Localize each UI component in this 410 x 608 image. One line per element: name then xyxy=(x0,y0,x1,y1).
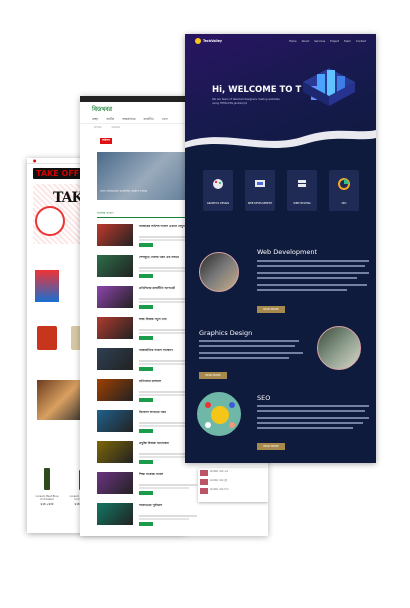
menu-services[interactable]: Services xyxy=(314,40,325,43)
nav-item[interactable]: রাজনীতি xyxy=(143,117,153,123)
news-thumbnail[interactable] xyxy=(97,503,133,525)
read-more-button[interactable] xyxy=(139,522,153,526)
chart-icon xyxy=(338,178,350,190)
read-more-button[interactable] xyxy=(139,305,153,309)
news-excerpt xyxy=(139,394,189,396)
seo-image xyxy=(197,392,241,436)
subnav-item[interactable]: বিনোদন xyxy=(112,126,120,131)
service-tile-graphics[interactable]: GRAPHICS DESIGN xyxy=(203,170,233,211)
menu-contact[interactable]: Contact xyxy=(356,40,366,43)
shop-top-logo: ● xyxy=(33,158,37,163)
tile-label: SEO xyxy=(341,202,347,205)
news-excerpt xyxy=(139,425,189,427)
news-excerpt xyxy=(139,456,189,458)
product-bottle-1[interactable] xyxy=(44,468,50,490)
read-more-button[interactable] xyxy=(139,429,153,433)
news-thumbnail[interactable] xyxy=(97,317,133,339)
read-more-button[interactable] xyxy=(139,336,153,340)
graphics-heading: Graphics Design xyxy=(199,329,253,337)
news-thumbnail[interactable] xyxy=(97,441,133,463)
hero-title: Hi, WELCOME TO T xyxy=(212,85,302,95)
popular-title: জনপ্রিয় খবর এক xyxy=(210,470,229,473)
news-thumbnail[interactable] xyxy=(97,348,133,370)
news-thumbnail[interactable] xyxy=(97,472,133,494)
news-thumbnail[interactable] xyxy=(97,255,133,277)
service-tile-hosting[interactable]: WEB HOSTING xyxy=(287,170,317,211)
read-more-button[interactable] xyxy=(139,460,153,464)
nav-item[interactable]: আন্তর্জাতিক xyxy=(122,117,135,123)
read-more-button[interactable] xyxy=(139,243,153,247)
webdev-read-more-button[interactable]: READ MORE xyxy=(257,306,285,313)
news-thumbnail[interactable] xyxy=(97,224,133,246)
popular-item[interactable]: জনপ্রিয় খবর দুই xyxy=(198,477,268,486)
news-excerpt xyxy=(139,487,189,489)
news-title[interactable]: শিক্ষা সংক্রান্ত সংবাদ xyxy=(139,472,197,476)
popular-title: জনপ্রিয় খবর দুই xyxy=(210,479,228,482)
webdev-image xyxy=(199,252,239,292)
news-excerpt xyxy=(139,518,189,520)
news-hero[interactable]: রোগ প্রতিরোধে ভ্যাকসিন প্রয়োগ চলছে xyxy=(97,152,197,200)
banner-badge xyxy=(35,206,65,236)
news-logo[interactable]: বিডখবর xyxy=(92,104,112,115)
main-menu: Home About Services Project Team Contact xyxy=(289,40,366,43)
product-snack[interactable] xyxy=(35,270,59,302)
popular-list: জনপ্রিয় খবর এক জনপ্রিয় খবর দুই জনপ্রিয… xyxy=(198,468,268,502)
shop-logo[interactable]: TAKE OFF xyxy=(33,167,83,179)
news-thumbnail[interactable] xyxy=(97,410,133,432)
tile-label: WEB DEVELOPMENT xyxy=(247,202,273,205)
service-tile-webdev[interactable]: WEB DEVELOPMENT xyxy=(245,170,275,211)
hero-caption: রোগ প্রতিরোধে ভ্যাকসিন প্রয়োগ চলছে xyxy=(100,189,148,194)
menu-about[interactable]: About xyxy=(302,40,310,43)
read-more-button[interactable] xyxy=(139,491,153,495)
brand-logo[interactable]: TechValley xyxy=(195,38,222,44)
news-excerpt xyxy=(139,332,189,334)
popular-item[interactable]: জনপ্রিয় খবর তিন xyxy=(198,486,268,495)
agency-page: TechValley Home About Services Project T… xyxy=(185,34,376,463)
news-title[interactable]: আবহাওয়া পূর্বাভাস xyxy=(139,503,197,507)
menu-team[interactable]: Team xyxy=(344,40,351,43)
news-excerpt xyxy=(139,363,189,365)
graphics-image xyxy=(317,326,361,370)
service-tile-seo[interactable]: SEO xyxy=(329,170,359,211)
brand-name: TechValley xyxy=(203,39,222,43)
logo-icon xyxy=(195,38,201,44)
news-thumbnail[interactable] xyxy=(97,286,133,308)
product-caption: Loream Best Blue hot baked xyxy=(35,495,59,502)
seo-read-more-button[interactable]: READ MORE xyxy=(257,443,285,450)
news-thumbnail[interactable] xyxy=(97,379,133,401)
code-icon xyxy=(255,180,265,187)
nav-item[interactable]: জাতীয় xyxy=(106,117,114,123)
product-price: $18 +$30 xyxy=(40,503,54,506)
server-illustration xyxy=(303,68,355,106)
news-excerpt xyxy=(139,239,189,241)
hero-subtitle: We are team of talented designers making… xyxy=(212,98,280,105)
news-excerpt xyxy=(139,301,189,303)
subnav-item[interactable]: বাণিজ্য xyxy=(94,126,102,131)
palette-icon xyxy=(213,179,223,189)
top-nav: TechValley Home About Services Project T… xyxy=(185,34,376,48)
hero-wave xyxy=(185,130,376,160)
popular-title: জনপ্রিয় খবর তিন xyxy=(210,488,229,491)
news-excerpt xyxy=(139,270,189,272)
seo-illustration xyxy=(205,402,235,428)
seo-heading: SEO xyxy=(257,394,271,402)
menu-home[interactable]: Home xyxy=(289,40,297,43)
nav-item[interactable]: প্রচ্ছদ xyxy=(92,117,98,123)
menu-project[interactable]: Project xyxy=(330,40,339,43)
news-meta xyxy=(139,484,197,486)
webdev-heading: Web Development xyxy=(257,248,317,256)
server-icon xyxy=(298,180,306,187)
graphics-read-more-button[interactable]: READ MORE xyxy=(199,372,227,379)
product-can[interactable] xyxy=(37,326,57,350)
popular-item[interactable]: জনপ্রিয় খবর এক xyxy=(198,468,268,477)
read-more-button[interactable] xyxy=(139,398,153,402)
nav-item[interactable]: খেলা xyxy=(162,117,168,123)
tile-label: WEB HOSTING xyxy=(293,202,311,205)
read-more-button[interactable] xyxy=(139,274,153,278)
news-meta xyxy=(139,515,197,517)
breaking-tag: সর্বশেষ xyxy=(100,138,112,144)
tile-label: GRAPHICS DESIGN xyxy=(206,202,230,205)
news-list-item[interactable]: আবহাওয়া পূর্বাভাস xyxy=(97,503,257,531)
read-more-button[interactable] xyxy=(139,367,153,371)
